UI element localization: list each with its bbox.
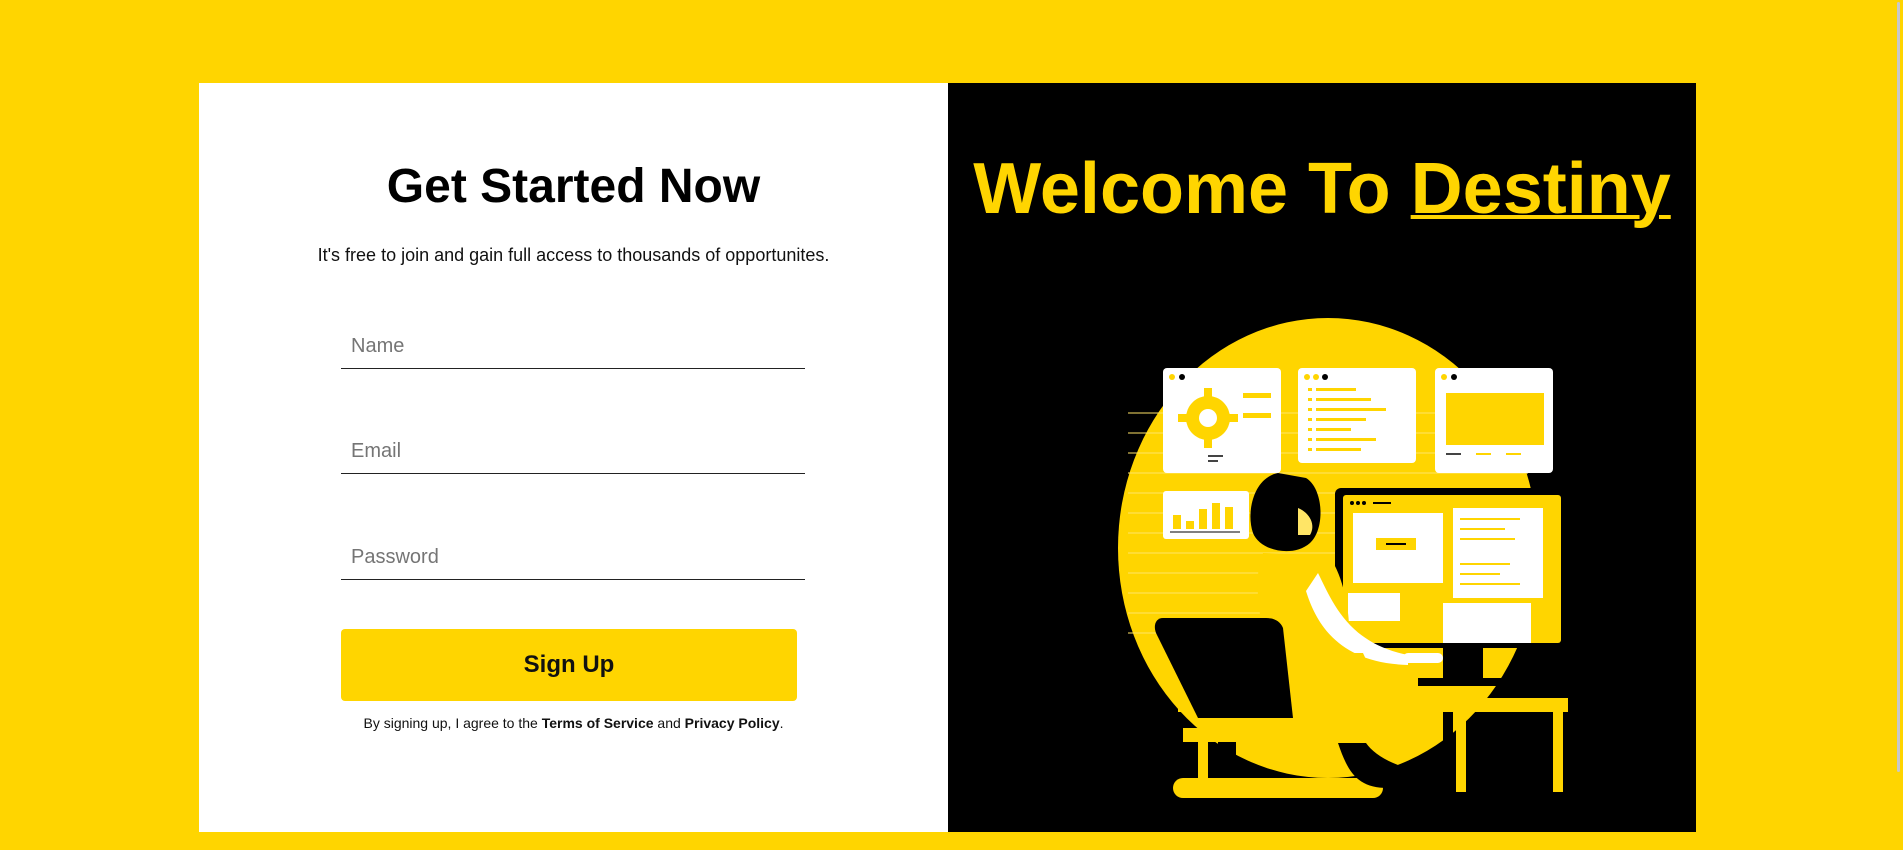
woman-at-computer-illustration [1118,318,1568,798]
terms-of-service-link[interactable]: Terms of Service [542,715,654,731]
signup-form-panel: Get Started Now It's free to join and ga… [199,83,948,832]
scrollbar-thumb[interactable] [1897,2,1900,772]
sign-up-button[interactable]: Sign Up [341,629,797,701]
privacy-policy-link[interactable]: Privacy Policy [685,715,780,731]
terms-prefix: By signing up, I agree to the [363,715,542,731]
terms-suffix: . [779,715,784,731]
terms-notice: By signing up, I agree to the Terms of S… [199,715,948,731]
welcome-heading: Welcome To Destiny [948,148,1696,230]
name-input[interactable] [341,325,805,369]
page-scrollbar[interactable] [1886,0,1903,850]
welcome-prefix: Welcome To [973,149,1411,229]
page-subtitle: It's free to join and gain full access t… [317,245,830,265]
brand-name: Destiny [1410,149,1671,229]
page-title: Get Started Now [386,160,761,213]
signup-card: Get Started Now It's free to join and ga… [199,83,1696,832]
terms-middle: and [653,715,685,731]
password-input[interactable] [341,536,805,580]
email-input[interactable] [341,430,805,474]
hero-panel: Welcome To Destiny [948,83,1696,832]
